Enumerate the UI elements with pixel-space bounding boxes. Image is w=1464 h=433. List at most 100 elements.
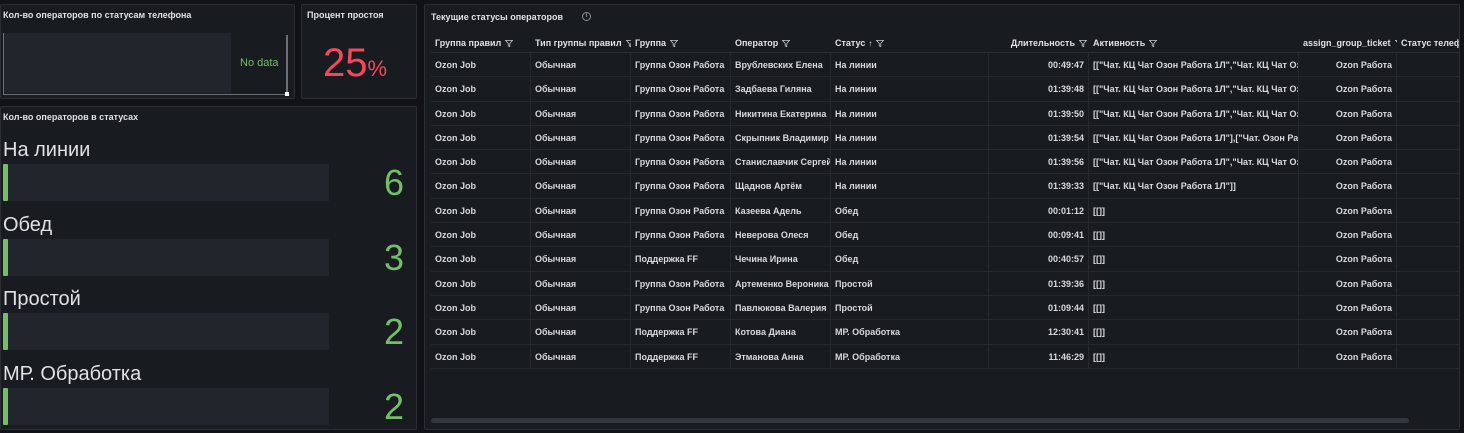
table-cell: Обычная [531,320,631,344]
table-cell: [[]] [1089,198,1299,223]
filter-icon[interactable] [781,39,791,48]
table-row[interactable]: Ozon Job Обычная Группа Озон Работа Станисл… [431,150,1459,175]
idle-percent-panel: Процент простоя 25% [301,4,417,99]
sort-arrow-icon[interactable]: ↑ [868,39,872,48]
panel-title: Процент простоя [307,10,384,20]
table-cell: 00:09:41 [989,223,1089,247]
table-cell: Ozon Job [431,295,531,320]
column-header-label: Группа правил [435,38,502,48]
scrollbar-handle[interactable] [285,92,289,96]
table-cell [1397,272,1459,295]
table-cell: 01:39:50 [989,101,1089,125]
table-cell: 01:09:44 [989,295,1089,320]
table-cell: Котова Диана [731,320,831,344]
table-row[interactable]: Ozon Job Обычная Группа Озон Работа Никитин… [431,101,1459,126]
column-header[interactable]: assign_group_ticket [1299,31,1397,52]
table-row[interactable]: Ozon Job Обычная Группа Озон Работа Неверов… [431,223,1459,248]
table-cell [1397,247,1459,270]
table-cell: 01:39:33 [989,174,1089,198]
table-cell: Казеева Адель [731,198,831,223]
table-cell: Обед [831,223,989,247]
table-row[interactable]: Ozon Job Обычная Группа Озон Работа Артемен… [431,271,1459,296]
horizontal-scrollbar[interactable] [431,418,1409,423]
table-cell: Ozon Job [431,101,531,125]
operators-table: Группа правил Тип группы правил Группа Опер… [431,31,1459,369]
table-cell: Ozon Job [431,150,531,174]
column-header[interactable]: Активность [1089,31,1299,52]
table-cell: Врублевских Елена [731,53,831,77]
table-cell: 00:40:57 [989,247,1089,271]
table-row[interactable]: Ozon Job Обычная Группа Озон Работа Врублев… [431,53,1459,78]
table-cell: Никитина Екатерина [731,101,831,125]
table-row[interactable]: Ozon Job Обычная Группа Озон Работа Щаднов … [431,174,1459,199]
table-cell: На линии [831,77,989,101]
table-cell: [["Чат. КЦ Чат Озон Работа 1Л","Чат. КЦ … [1089,77,1299,101]
table-cell: Обычная [531,223,631,247]
table-cell: Простой [831,271,989,295]
table-row[interactable]: Ozon Job Обычная Поддержка FF Чечина Ирина О… [431,247,1459,272]
filter-icon[interactable] [1078,39,1088,48]
column-header[interactable]: Группа правил [431,31,531,52]
table-cell: [["Чат. КЦ Чат Озон Работа 1Л","Чат. КЦ … [1089,101,1299,125]
table-cell: Группа Озон Работа [631,53,731,77]
table-cell: Задбаева Гиляна [731,77,831,101]
table-row[interactable]: Ozon Job Обычная Группа Озон Работа Павлюко… [431,295,1459,321]
column-header[interactable]: Тип группы правил [531,31,631,52]
table-cell: На линии [831,125,989,150]
table-cell: 12:30:41 [989,320,1089,344]
table-cell: Группа Озон Работа [631,198,731,223]
status-bar-fill [3,164,8,201]
column-header[interactable]: Статус телефона [1397,31,1459,52]
table-cell [1397,102,1459,125]
table-cell: МР. Обработка [831,320,989,344]
table-body: Ozon Job Обычная Группа Озон Работа Врублев… [431,53,1459,369]
status-counts-panel: Кол-во операторов в статусах На линии 6 Об… [0,106,417,430]
table-row[interactable]: Ozon Job Обычная Группа Озон Работа Задбаев… [431,77,1459,102]
table-cell [1397,296,1459,319]
phone-status-panel: Кол-во операторов по статусам телефона N… [0,4,295,99]
panel-title: Кол-во операторов по статусам телефона [3,10,192,20]
table-row[interactable]: Ozon Job Обычная Поддержка FF Этманова Анна… [431,344,1459,369]
status-label: На линии [3,139,91,161]
table-row[interactable]: Ozon Job Обычная Поддержка FF Котова Диана М… [431,320,1459,345]
table-cell: Поддержка FF [631,320,731,344]
filter-icon[interactable] [875,39,885,48]
column-header[interactable]: Оператор [731,31,831,52]
table-cell: Ozon Работа [1299,77,1397,101]
table-cell: Обычная [531,150,631,174]
table-cell: [[]] [1089,223,1299,247]
table-cell [1397,199,1459,222]
table-cell: Неверова Олеся [731,223,831,247]
no-data-label: No data [240,57,279,69]
table-cell: Артеменко Вероника [731,271,831,295]
filter-icon[interactable] [1148,39,1158,48]
filter-icon[interactable] [669,39,679,48]
table-cell: Ozon Работа [1299,125,1397,150]
column-header-label: Статус телефона [1401,38,1459,48]
column-header-label: Активность [1093,38,1146,48]
table-cell: Простой [831,295,989,320]
column-header[interactable]: Статус ↑ [831,31,989,52]
table-row[interactable]: Ozon Job Обычная Группа Озон Работа Скрыпни… [431,125,1459,151]
table-cell: Ozon Job [431,77,531,101]
vertical-scrollbar[interactable] [286,35,288,92]
x-axis [3,94,286,95]
column-header[interactable]: Длительность [989,31,1089,52]
table-cell: Щаднов Артём [731,174,831,198]
plot-area [3,33,231,93]
table-cell: 01:39:48 [989,77,1089,101]
status-count-value: 2 [383,385,404,427]
table-cell: Обед [831,247,989,271]
table-cell: Ozon Job [431,271,531,295]
table-cell [1397,174,1459,197]
table-cell: Группа Озон Работа [631,174,731,198]
status-label: Простой [3,288,81,310]
table-cell: [[]] [1089,247,1299,271]
table-row[interactable]: Ozon Job Обычная Группа Озон Работа Казеева… [431,198,1459,224]
table-cell: 01:39:54 [989,125,1089,150]
column-header[interactable]: Группа [631,31,731,52]
info-icon[interactable]: i [582,12,591,21]
table-cell: Ozon Работа [1299,101,1397,125]
status-bar-track [3,313,329,350]
filter-icon[interactable] [504,39,514,48]
